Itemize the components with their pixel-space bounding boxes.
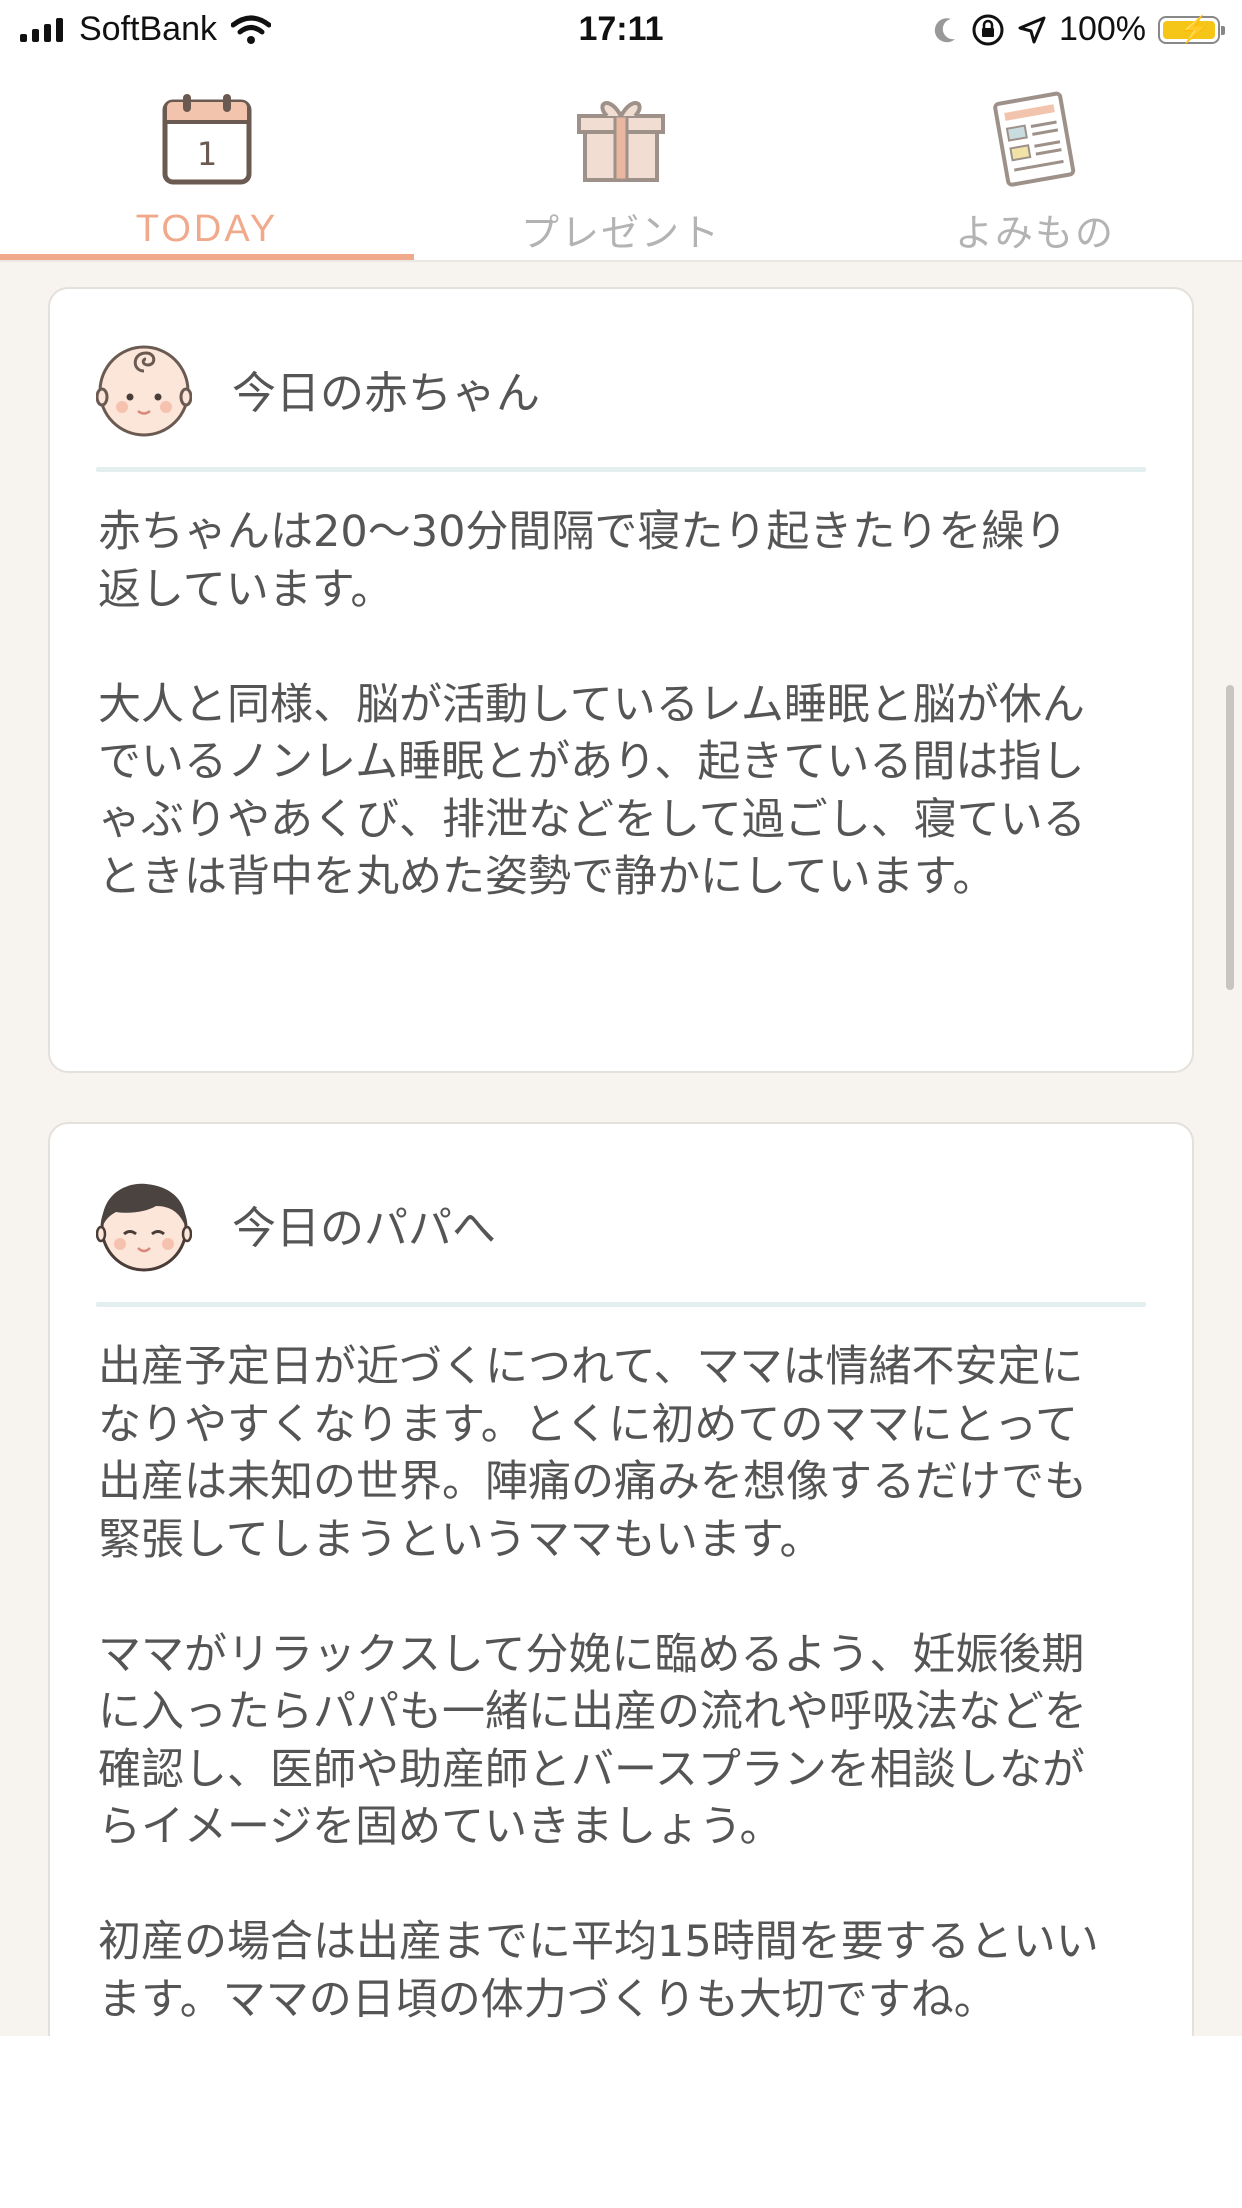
location-icon <box>1018 16 1046 43</box>
app-screen: SoftBank 17:11 100% ⚡ 1 TODAY プレゼント よみもの… <box>0 0 1242 2036</box>
tab-present[interactable]: プレゼント <box>414 62 828 260</box>
today-baby-card: 今日の赤ちゃん 赤ちゃんは20〜30分間隔で寝たり起きたりを繰り 返しています。… <box>48 287 1194 1073</box>
moon-icon <box>934 17 956 42</box>
today-papa-card: 今日のパパへ 出産予定日が近づくにつれて、ママは情緒不安定に なりやすくなります… <box>48 1122 1194 2036</box>
card-title: 今日の赤ちゃん <box>232 368 540 419</box>
top-tab-bar: 1 TODAY プレゼント よみもの <box>0 62 1242 262</box>
papa-face-icon <box>96 1183 192 1272</box>
card-divider <box>96 467 1146 472</box>
card-divider <box>96 1302 1146 1307</box>
baby-face-icon <box>96 345 192 437</box>
scrollbar[interactable] <box>1226 685 1234 990</box>
card-body-text: 出産予定日が近づくにつれて、ママは情緒不安定に なりやすくなります。とくに初めて… <box>98 1342 1099 2025</box>
status-bar: SoftBank 17:11 100% ⚡ <box>0 0 1242 62</box>
gift-icon <box>577 101 665 182</box>
battery-icon: ⚡ <box>1158 14 1225 44</box>
tab-present-label: プレゼント <box>520 211 721 255</box>
card-title: 今日のパパへ <box>232 1203 496 1254</box>
selected-tab-indicator <box>0 254 414 260</box>
tab-read-label: よみもの <box>954 211 1115 255</box>
newspaper-icon <box>993 91 1076 187</box>
tab-today-label: TODAY <box>135 208 279 250</box>
card-body-text: 赤ちゃんは20〜30分間隔で寝たり起きたりを繰り 返しています。 大人と同様、脳… <box>98 507 1086 902</box>
calendar-icon: 1 <box>162 94 252 185</box>
tab-read[interactable]: よみもの <box>828 62 1242 260</box>
calendar-day-number: 1 <box>197 135 217 173</box>
battery-percent: 100% <box>1059 10 1146 48</box>
orientation-lock-icon <box>972 14 1004 45</box>
tab-today[interactable]: 1 TODAY <box>0 62 414 260</box>
